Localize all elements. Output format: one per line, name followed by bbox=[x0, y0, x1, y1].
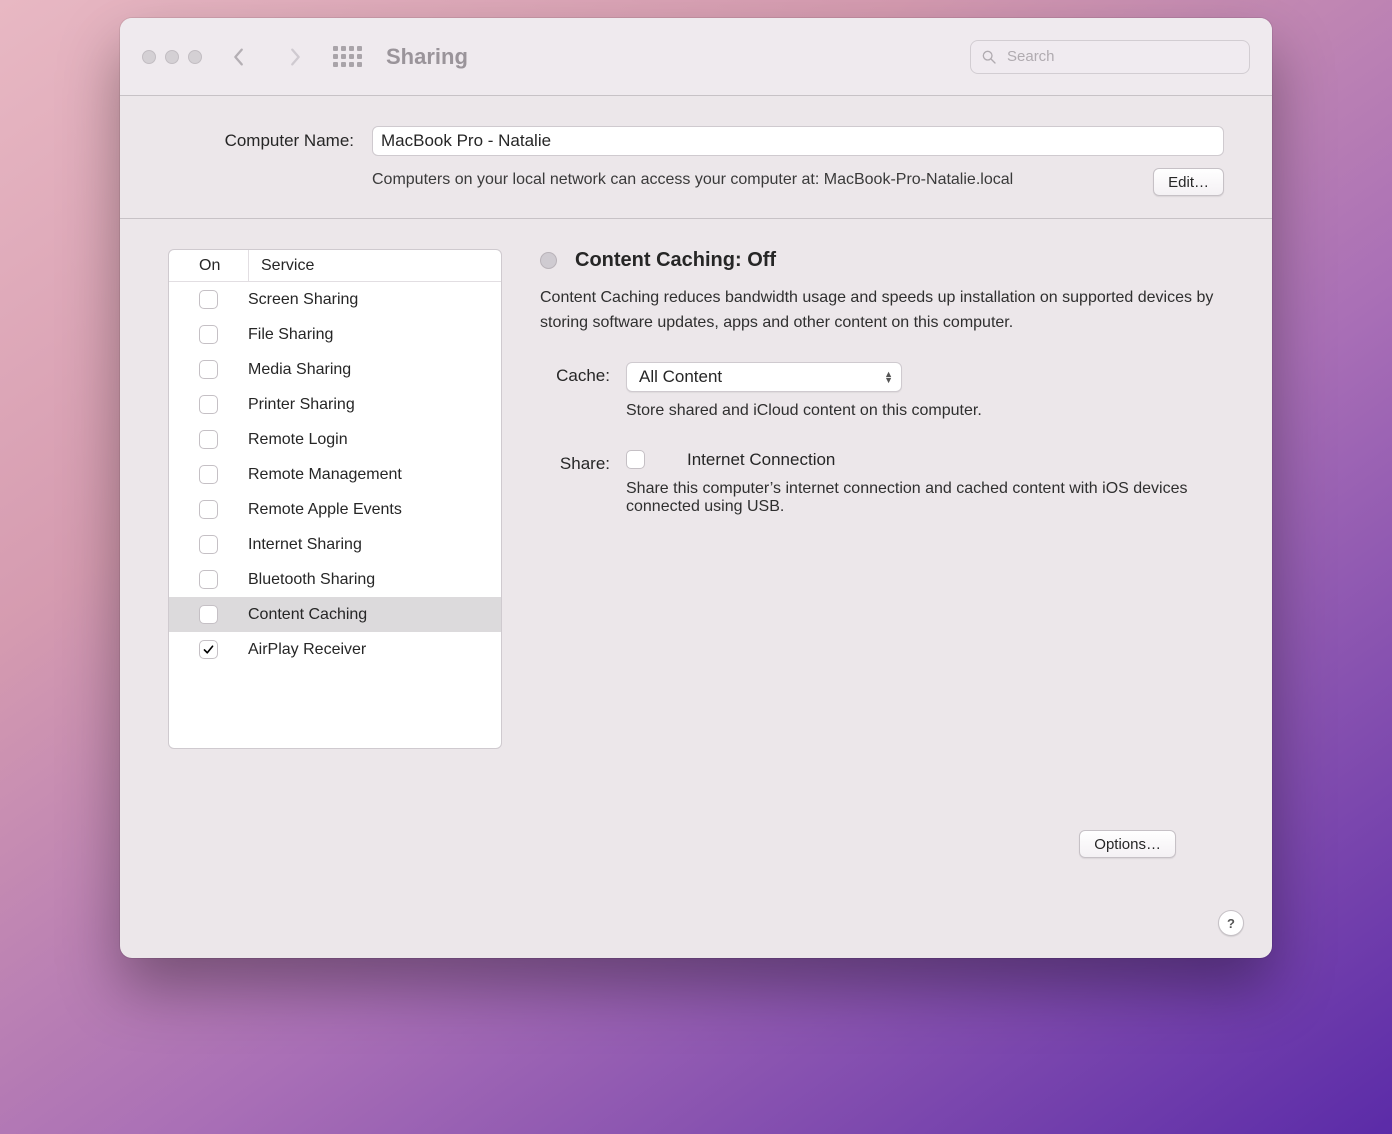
service-row[interactable]: Bluetooth Sharing bbox=[169, 562, 501, 597]
service-label: AirPlay Receiver bbox=[248, 641, 366, 659]
service-checkbox[interactable] bbox=[199, 430, 218, 449]
show-all-button[interactable] bbox=[332, 46, 362, 67]
cache-label: Cache: bbox=[540, 362, 610, 386]
search-field[interactable] bbox=[970, 40, 1250, 74]
column-on: On bbox=[169, 250, 249, 281]
service-label: Printer Sharing bbox=[248, 396, 355, 414]
computer-name-label: Computer Name: bbox=[168, 131, 354, 151]
share-internet-checkbox[interactable] bbox=[626, 450, 645, 469]
service-checkbox[interactable] bbox=[199, 360, 218, 379]
chevron-right-icon bbox=[287, 46, 303, 68]
computer-name-hint: Computers on your local network can acce… bbox=[372, 168, 1129, 192]
back-button[interactable] bbox=[220, 38, 258, 76]
share-internet-label: Internet Connection bbox=[687, 450, 835, 470]
computer-name-input[interactable] bbox=[372, 126, 1224, 156]
cache-hint: Store shared and iCloud content on this … bbox=[626, 402, 1224, 420]
help-button[interactable]: ? bbox=[1218, 910, 1244, 936]
service-row[interactable]: File Sharing bbox=[169, 317, 501, 352]
service-description: Content Caching reduces bandwidth usage … bbox=[540, 286, 1224, 336]
status-indicator-icon bbox=[540, 252, 557, 269]
service-label: Screen Sharing bbox=[248, 291, 358, 309]
computer-name-section: Computer Name: Computers on your local n… bbox=[120, 96, 1272, 219]
service-checkbox[interactable] bbox=[199, 500, 218, 519]
search-icon bbox=[981, 49, 997, 65]
service-label: Remote Management bbox=[248, 466, 402, 484]
service-row[interactable]: Remote Management bbox=[169, 457, 501, 492]
toolbar: Sharing bbox=[120, 18, 1272, 96]
service-label: Content Caching bbox=[248, 606, 367, 624]
service-row[interactable]: Remote Apple Events bbox=[169, 492, 501, 527]
status-title: Content Caching: Off bbox=[575, 249, 776, 272]
preferences-window: Sharing Computer Name: Computers on your… bbox=[120, 18, 1272, 958]
service-row[interactable]: Screen Sharing bbox=[169, 282, 501, 317]
service-label: Internet Sharing bbox=[248, 536, 362, 554]
service-checkbox[interactable] bbox=[199, 395, 218, 414]
forward-button[interactable] bbox=[276, 38, 314, 76]
window-title: Sharing bbox=[386, 44, 468, 70]
close-icon[interactable] bbox=[142, 50, 156, 64]
service-checkbox[interactable] bbox=[199, 325, 218, 344]
share-hint: Share this computer’s internet connectio… bbox=[626, 480, 1224, 516]
cache-select-value: All Content bbox=[639, 367, 722, 387]
updown-icon: ▲▼ bbox=[884, 371, 893, 383]
service-row[interactable]: Remote Login bbox=[169, 422, 501, 457]
service-checkbox[interactable] bbox=[199, 290, 218, 309]
service-list-header: On Service bbox=[169, 250, 501, 282]
search-input[interactable] bbox=[1005, 47, 1239, 66]
main-area: On Service Screen Sharing File Sharing Med… bbox=[120, 219, 1272, 896]
service-checkbox[interactable] bbox=[199, 465, 218, 484]
service-label: Bluetooth Sharing bbox=[248, 571, 375, 589]
service-checkbox[interactable] bbox=[199, 640, 218, 659]
service-label: Media Sharing bbox=[248, 361, 351, 379]
options-button[interactable]: Options… bbox=[1079, 830, 1176, 858]
service-label: File Sharing bbox=[248, 326, 333, 344]
service-checkbox[interactable] bbox=[199, 570, 218, 589]
column-service: Service bbox=[249, 257, 314, 275]
window-controls bbox=[142, 50, 202, 64]
service-detail: Content Caching: Off Content Caching red… bbox=[540, 249, 1224, 876]
minimize-icon[interactable] bbox=[165, 50, 179, 64]
service-row[interactable]: Printer Sharing bbox=[169, 387, 501, 422]
chevron-left-icon bbox=[231, 46, 247, 68]
service-row[interactable]: AirPlay Receiver bbox=[169, 632, 501, 667]
service-row[interactable]: Media Sharing bbox=[169, 352, 501, 387]
zoom-icon[interactable] bbox=[188, 50, 202, 64]
service-label: Remote Login bbox=[248, 431, 348, 449]
share-label: Share: bbox=[540, 450, 610, 474]
cache-select[interactable]: All Content ▲▼ bbox=[626, 362, 902, 392]
service-label: Remote Apple Events bbox=[248, 501, 402, 519]
service-row[interactable]: Internet Sharing bbox=[169, 527, 501, 562]
service-checkbox[interactable] bbox=[199, 605, 218, 624]
edit-button[interactable]: Edit… bbox=[1153, 168, 1224, 196]
service-row[interactable]: Content Caching bbox=[169, 597, 501, 632]
service-list: On Service Screen Sharing File Sharing Med… bbox=[168, 249, 502, 749]
service-checkbox[interactable] bbox=[199, 535, 218, 554]
